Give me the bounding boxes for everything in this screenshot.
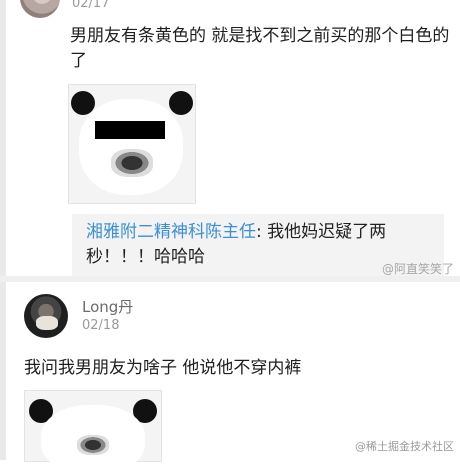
panda-mouth — [111, 149, 153, 177]
panda-face — [79, 99, 183, 195]
comment-date: 02/17 — [72, 0, 110, 11]
comment-card-2: Long丹 02/18 我问我男朋友为啥子 他说他不穿内裤 @稀土掘金技术社区 — [0, 282, 460, 475]
panda-ear-right — [169, 91, 193, 115]
comment-text: 男朋友有条黄色的 就是找不到之前买的那个白色的了 — [70, 26, 450, 71]
quoted-author-link[interactable]: 湘雅附二精神科陈主任 — [86, 222, 256, 242]
weibo-watermark: @阿直笑笑了 — [381, 262, 454, 276]
comment-text: 我问我男朋友为啥子 他说他不穿内裤 — [24, 358, 302, 378]
comment-card-1: 02/17 男朋友有条黄色的 就是找不到之前买的那个白色的了 湘雅附二精神科陈主… — [0, 0, 460, 278]
panda-meme-image[interactable] — [24, 390, 162, 475]
avatar[interactable] — [24, 294, 68, 338]
avatar[interactable] — [20, 0, 60, 18]
panda-meme-image[interactable] — [68, 84, 196, 204]
username[interactable]: Long丹 — [82, 296, 133, 317]
quote-separator: : — [256, 222, 262, 242]
censor-bar — [95, 121, 165, 139]
comment-date: 02/18 — [82, 318, 120, 333]
juejin-watermark: @稀土掘金技术社区 — [355, 440, 454, 453]
panda-mouth — [77, 435, 109, 455]
